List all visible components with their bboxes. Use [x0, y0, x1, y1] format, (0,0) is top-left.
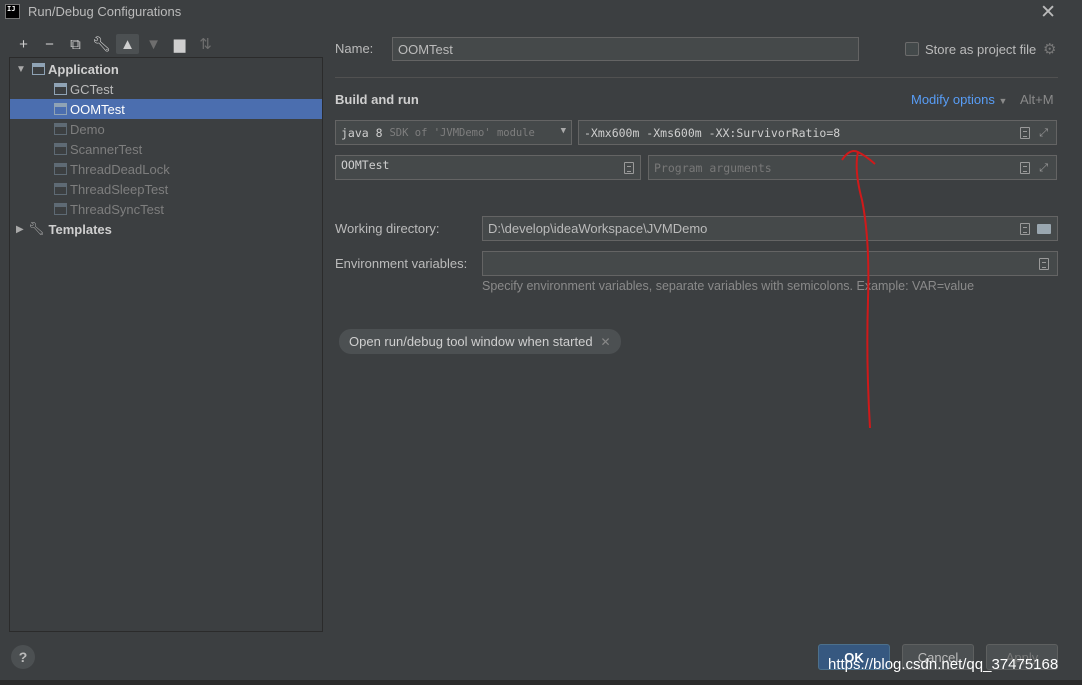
- environment-variables-hint: Specify environment variables, separate …: [482, 279, 975, 293]
- intellij-icon: IJ: [5, 4, 20, 19]
- browse-icon[interactable]: [624, 161, 634, 174]
- remove-icon[interactable]: −: [38, 34, 61, 54]
- folder-icon[interactable]: [1037, 223, 1051, 234]
- gear-icon[interactable]: ⚙: [1043, 40, 1056, 58]
- class-icon: [54, 103, 67, 115]
- tree-item-threaddeadlock[interactable]: ThreadDeadLock: [10, 159, 322, 179]
- chevron-down-icon: ▼: [998, 96, 1008, 106]
- working-directory-label: Working directory:: [335, 221, 440, 236]
- tree-item-gctest[interactable]: GCTest: [10, 79, 322, 99]
- jre-select[interactable]: java 8 SDK of 'JVMDemo' module ▼: [335, 120, 572, 145]
- tree-item-oomtest[interactable]: OOMTest: [10, 99, 322, 119]
- tree-item-demo[interactable]: Demo: [10, 119, 322, 139]
- vm-options-input[interactable]: -Xmx600m -Xms600m -XX:SurvivorRatio=8 ⤢: [578, 120, 1057, 145]
- class-icon: [54, 203, 67, 215]
- new-folder-icon[interactable]: ▆: [168, 34, 191, 54]
- tree-toolbar: + − ⧉ 🔧︎ ▲ ▼ ▆ ⇅: [12, 34, 217, 54]
- modify-options-link[interactable]: Modify options ▼: [911, 92, 1007, 107]
- divider: [335, 77, 1058, 78]
- expand-icon[interactable]: ⤢: [1039, 161, 1048, 175]
- document-icon[interactable]: [1020, 126, 1030, 139]
- help-button[interactable]: ?: [11, 645, 35, 669]
- tree-item-threadsynctest[interactable]: ThreadSyncTest: [10, 199, 322, 219]
- environment-variables-input[interactable]: [482, 251, 1058, 276]
- tree-item-application[interactable]: ▼ Application: [10, 59, 322, 79]
- move-down-icon[interactable]: ▼: [142, 34, 165, 54]
- document-icon[interactable]: [1039, 257, 1049, 270]
- wrench-icon: 🔧︎: [28, 221, 45, 236]
- window-title: Run/Debug Configurations: [28, 4, 182, 19]
- open-tool-window-chip[interactable]: Open run/debug tool window when started …: [339, 329, 621, 354]
- store-as-project-checkbox[interactable]: [905, 42, 919, 56]
- modify-options-shortcut: Alt+M: [1020, 92, 1054, 107]
- tree-item-threadsleeptest[interactable]: ThreadSleepTest: [10, 179, 322, 199]
- watermark-text: https://blog.csdn.net/qq_37475168: [828, 656, 1059, 673]
- document-icon[interactable]: [1020, 222, 1030, 235]
- wrench-icon[interactable]: 🔧︎: [90, 34, 113, 54]
- chevron-down-icon[interactable]: ▼: [16, 64, 28, 75]
- add-icon[interactable]: +: [12, 34, 35, 54]
- title-bar: IJ Run/Debug Configurations ✕: [0, 0, 1082, 24]
- main-class-input[interactable]: OOMTest: [335, 155, 641, 180]
- working-directory-input[interactable]: D:\develop\ideaWorkspace\JVMDemo: [482, 216, 1058, 241]
- close-icon[interactable]: ✕: [1040, 1, 1056, 24]
- expand-icon[interactable]: ⤢: [1039, 126, 1048, 140]
- class-icon: [54, 163, 67, 175]
- environment-variables-label: Environment variables:: [335, 256, 468, 271]
- chevron-right-icon[interactable]: ▶: [16, 224, 28, 235]
- sort-icon[interactable]: ⇅: [194, 34, 217, 54]
- copy-icon[interactable]: ⧉: [64, 34, 87, 54]
- program-arguments-input[interactable]: Program arguments ⤢: [648, 155, 1057, 180]
- move-up-icon[interactable]: ▲: [116, 34, 139, 54]
- document-icon[interactable]: [1020, 161, 1030, 174]
- name-label: Name:: [335, 41, 374, 56]
- configuration-tree: ▼ Application GCTest OOMTest Demo Scanne…: [9, 57, 323, 632]
- application-icon: [32, 63, 45, 75]
- tree-item-templates[interactable]: ▶ 🔧︎ Templates: [10, 219, 322, 239]
- class-icon: [54, 123, 67, 135]
- taskbar-strip: [0, 680, 1082, 685]
- class-icon: [54, 143, 67, 155]
- name-input[interactable]: OOMTest: [392, 37, 859, 61]
- store-as-project-label: Store as project file: [925, 42, 1037, 57]
- build-and-run-title: Build and run: [335, 92, 419, 107]
- chevron-down-icon: ▼: [557, 126, 566, 136]
- class-icon: [54, 183, 67, 195]
- class-icon: [54, 83, 67, 95]
- close-icon[interactable]: ✕: [601, 335, 611, 349]
- tree-item-scannertest[interactable]: ScannerTest: [10, 139, 322, 159]
